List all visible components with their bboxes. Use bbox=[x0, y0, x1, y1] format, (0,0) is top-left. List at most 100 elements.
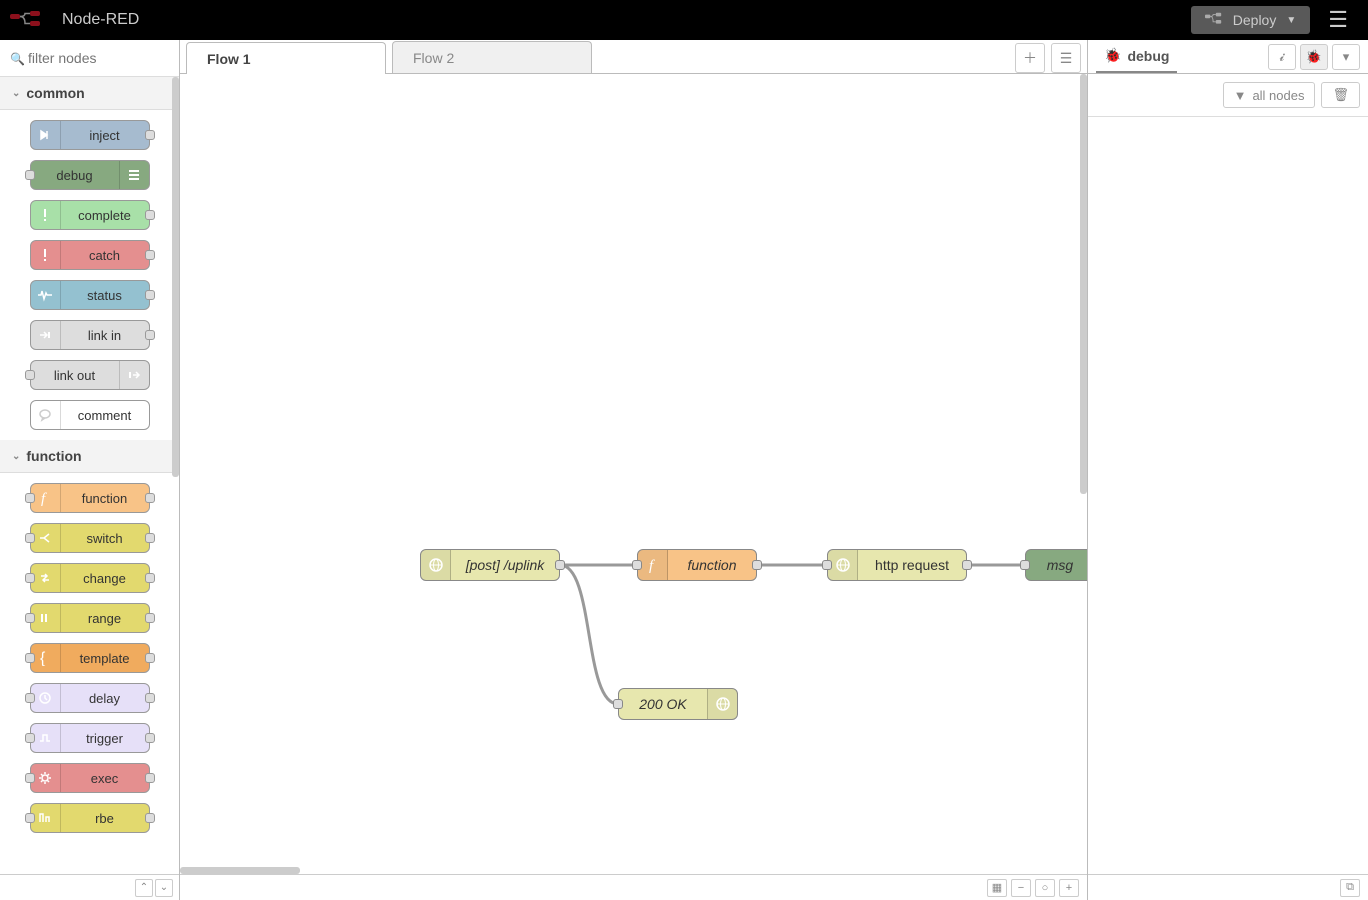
node-red-logo-icon bbox=[10, 11, 50, 29]
palette-scrollbar[interactable] bbox=[172, 77, 179, 477]
palette-footer: ⌃ ⌄ bbox=[0, 874, 179, 900]
func-icon: f bbox=[638, 550, 668, 580]
palette-node-change[interactable]: change bbox=[30, 563, 150, 593]
debug-filter-button[interactable]: ▼ all nodes bbox=[1223, 82, 1316, 108]
palette-node-comment[interactable]: comment bbox=[30, 400, 150, 430]
deploy-button[interactable]: Deploy ▼ bbox=[1191, 6, 1311, 34]
add-flow-button[interactable]: ＋ bbox=[1015, 43, 1045, 73]
output-port bbox=[145, 493, 155, 503]
caret-down-icon: ▾ bbox=[1343, 49, 1350, 65]
palette-node-rbe[interactable]: rbe bbox=[30, 803, 150, 833]
output-port bbox=[145, 250, 155, 260]
globe-icon bbox=[828, 550, 858, 580]
sidebar-info-button[interactable]: 𝓲 bbox=[1268, 44, 1296, 70]
app-title: Node-RED bbox=[62, 11, 139, 29]
flow-node-n4[interactable]: msg bbox=[1025, 549, 1087, 581]
list-flows-button[interactable]: ☰ bbox=[1051, 43, 1081, 73]
input-port bbox=[25, 573, 35, 583]
rbe-icon bbox=[31, 804, 61, 832]
wire-n1-n5[interactable] bbox=[560, 565, 618, 704]
sidebar-debug-button[interactable]: 🐞 bbox=[1300, 44, 1328, 70]
bug-icon: 🐞 bbox=[1306, 49, 1322, 65]
app-header: Node-RED Deploy ▼ ☰ bbox=[0, 0, 1368, 40]
palette-node-switch[interactable]: switch bbox=[30, 523, 150, 553]
zoom-out-button[interactable]: − bbox=[1011, 879, 1031, 897]
palette-expand-down-button[interactable]: ⌄ bbox=[155, 879, 173, 897]
svg-text:f: f bbox=[41, 491, 47, 506]
link-in-icon bbox=[31, 321, 61, 349]
palette-node-complete[interactable]: complete bbox=[30, 200, 150, 230]
link-out-icon bbox=[119, 361, 149, 389]
trash-icon: 🗑 bbox=[1332, 87, 1349, 103]
palette-node-exec[interactable]: exec bbox=[30, 763, 150, 793]
palette-category-common[interactable]: ⌄common bbox=[0, 77, 179, 110]
zoom-reset-button[interactable]: ○ bbox=[1035, 879, 1055, 897]
flow-node-n5[interactable]: 200 OK bbox=[618, 688, 738, 720]
clock-icon bbox=[31, 684, 61, 712]
search-icon: 🔍 bbox=[10, 52, 25, 66]
bug-icon: 🐞 bbox=[1104, 47, 1121, 64]
debug-window-button[interactable]: ⧉ bbox=[1340, 879, 1360, 897]
input-port bbox=[25, 613, 35, 623]
flow-canvas[interactable]: [post] /uplink ffunction http request msg 20… bbox=[180, 74, 1087, 874]
input-port bbox=[25, 170, 35, 180]
flow-node-n3[interactable]: http request bbox=[827, 549, 967, 581]
sidebar-dropdown-button[interactable]: ▾ bbox=[1332, 44, 1360, 70]
workspace-footer: ▦ − ○ + bbox=[180, 874, 1087, 900]
flow-node-n2[interactable]: ffunction bbox=[637, 549, 757, 581]
comment-icon bbox=[31, 401, 61, 429]
input-port[interactable] bbox=[822, 560, 832, 570]
output-port bbox=[145, 573, 155, 583]
sidebar-tab-debug[interactable]: 🐞 debug bbox=[1096, 40, 1177, 73]
chevron-down-icon: ⌄ bbox=[12, 451, 20, 462]
zoom-in-button[interactable]: + bbox=[1059, 879, 1079, 897]
navigator-button[interactable]: ▦ bbox=[987, 879, 1007, 897]
palette-node-catch[interactable]: catch bbox=[30, 240, 150, 270]
input-port bbox=[25, 813, 35, 823]
hamburger-menu-button[interactable]: ☰ bbox=[1318, 7, 1358, 33]
palette-node-inject[interactable]: inject bbox=[30, 120, 150, 150]
output-port bbox=[145, 613, 155, 623]
palette-node-delay[interactable]: delay bbox=[30, 683, 150, 713]
output-port bbox=[145, 290, 155, 300]
input-port[interactable] bbox=[1020, 560, 1030, 570]
output-port[interactable] bbox=[962, 560, 972, 570]
palette-collapse-up-button[interactable]: ⌃ bbox=[135, 879, 153, 897]
palette-node-debug[interactable]: debug bbox=[30, 160, 150, 190]
canvas-scrollbar-horizontal[interactable] bbox=[180, 867, 300, 874]
list-icon: ☰ bbox=[1060, 50, 1073, 67]
debug-clear-button[interactable]: 🗑 bbox=[1321, 82, 1360, 108]
switch-icon bbox=[31, 524, 61, 552]
palette-node-link-in[interactable]: link in bbox=[30, 320, 150, 350]
input-port bbox=[25, 653, 35, 663]
input-port[interactable] bbox=[613, 699, 623, 709]
palette-node-function[interactable]: ffunction bbox=[30, 483, 150, 513]
output-port bbox=[145, 733, 155, 743]
filter-nodes-input[interactable] bbox=[10, 46, 169, 70]
flow-node-n1[interactable]: [post] /uplink bbox=[420, 549, 560, 581]
output-port bbox=[145, 653, 155, 663]
palette-node-template[interactable]: {template bbox=[30, 643, 150, 673]
deploy-icon bbox=[1205, 12, 1223, 28]
trigger-icon bbox=[31, 724, 61, 752]
palette-node-status[interactable]: status bbox=[30, 280, 150, 310]
globe-icon bbox=[707, 689, 737, 719]
output-port[interactable] bbox=[555, 560, 565, 570]
output-port bbox=[145, 130, 155, 140]
palette-category-function[interactable]: ⌄function bbox=[0, 440, 179, 473]
filter-icon: ▼ bbox=[1234, 88, 1247, 103]
workspace: Flow 1Flow 2 ＋ ☰ [post] /uplink ffunction… bbox=[180, 40, 1088, 900]
palette-node-trigger[interactable]: trigger bbox=[30, 723, 150, 753]
flow-tab-flow-2[interactable]: Flow 2 bbox=[392, 41, 592, 73]
palette-node-link-out[interactable]: link out bbox=[30, 360, 150, 390]
exclaim-icon bbox=[31, 201, 61, 229]
output-port[interactable] bbox=[752, 560, 762, 570]
palette-node-range[interactable]: range bbox=[30, 603, 150, 633]
input-port bbox=[25, 493, 35, 503]
input-port bbox=[25, 693, 35, 703]
gear-icon bbox=[31, 764, 61, 792]
input-port[interactable] bbox=[632, 560, 642, 570]
caret-down-icon: ▼ bbox=[1286, 15, 1296, 26]
flow-tab-flow-1[interactable]: Flow 1 bbox=[186, 42, 386, 74]
canvas-scrollbar-vertical[interactable] bbox=[1080, 74, 1087, 494]
